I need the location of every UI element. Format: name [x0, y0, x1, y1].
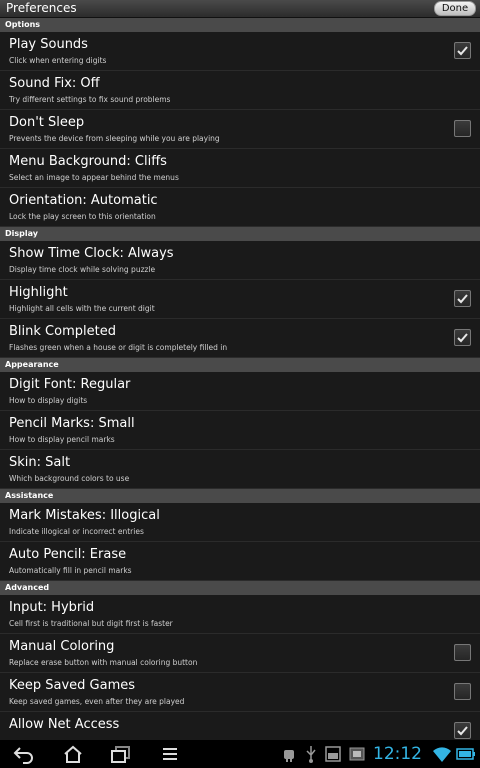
pref-title: Play Sounds [9, 37, 88, 52]
pref-item-orientation[interactable]: Orientation: Automatic Lock the play scre… [0, 188, 480, 227]
pref-summary: How to display pencil marks [9, 435, 115, 444]
pref-title: Highlight [9, 285, 68, 300]
battery-icon [456, 748, 475, 760]
pref-title: Orientation: Automatic [9, 193, 158, 208]
title-bar: Preferences Done [0, 0, 480, 18]
checkbox[interactable] [454, 42, 471, 59]
pref-title: Blink Completed [9, 324, 116, 339]
pref-summary: Click when entering digits [9, 56, 107, 65]
checkmark-icon [457, 333, 468, 343]
section-header-advanced: Advanced [0, 581, 480, 595]
pref-item-highlight[interactable]: Highlight Highlight all cells with the cu… [0, 280, 480, 319]
android-debug-icon [284, 750, 294, 762]
pref-summary: Replace erase button with manual colorin… [9, 658, 198, 667]
pref-title: Pencil Marks: Small [9, 416, 135, 431]
sd-card-icon [325, 746, 341, 762]
pref-item-pencil-marks[interactable]: Pencil Marks: Small How to display pencil… [0, 411, 480, 450]
back-icon[interactable] [12, 744, 36, 764]
pref-title: Sound Fix: Off [9, 76, 100, 91]
checkmark-icon [457, 726, 468, 736]
checkbox[interactable] [454, 683, 471, 700]
pref-item-blink-completed[interactable]: Blink Completed Flashes green when a hous… [0, 319, 480, 358]
pref-summary: Automatically fill in pencil marks [9, 566, 132, 575]
pref-item-allow-net-access[interactable]: Allow Net Access [0, 712, 480, 740]
section-header-display: Display [0, 227, 480, 241]
page-title: Preferences [6, 1, 77, 15]
pref-title: Input: Hybrid [9, 600, 95, 615]
recent-apps-icon[interactable] [109, 744, 133, 764]
section-header-options: Options [0, 18, 480, 32]
pref-summary: Indicate illogical or incorrect entries [9, 527, 144, 536]
checkmark-icon [457, 46, 468, 56]
pref-summary: Cell first is traditional but digit firs… [9, 619, 173, 628]
pref-item-don-t-sleep[interactable]: Don't Sleep Prevents the device from slee… [0, 110, 480, 149]
pref-summary: Which background colors to use [9, 474, 130, 483]
pref-title: Show Time Clock: Always [9, 246, 174, 261]
system-navigation-bar: 12:12 [0, 740, 480, 768]
pref-title: Auto Pencil: Erase [9, 547, 127, 562]
pref-summary: Try different settings to fix sound prob… [9, 95, 171, 104]
pref-summary: Flashes green when a house or digit is c… [9, 343, 228, 352]
checkbox[interactable] [454, 644, 471, 661]
pref-item-menu-background[interactable]: Menu Background: Cliffs Select an image t… [0, 149, 480, 188]
preferences-list[interactable]: Options Play Sounds Click when entering di… [0, 18, 480, 740]
pref-item-input[interactable]: Input: Hybrid Cell first is traditional b… [0, 595, 480, 634]
section-header-assistance: Assistance [0, 489, 480, 503]
pref-title: Skin: Salt [9, 455, 71, 470]
pref-title: Digit Font: Regular [9, 377, 131, 392]
pref-title: Mark Mistakes: Illogical [9, 508, 160, 523]
pref-item-keep-saved-games[interactable]: Keep Saved Games Keep saved games, even a… [0, 673, 480, 712]
pref-title: Keep Saved Games [9, 678, 136, 693]
pref-summary: Display time clock while solving puzzle [9, 265, 156, 274]
pref-item-mark-mistakes[interactable]: Mark Mistakes: Illogical Indicate illogic… [0, 503, 480, 542]
pref-summary: Lock the play screen to this orientation [9, 212, 156, 221]
pref-title: Manual Coloring [9, 639, 115, 654]
pref-item-auto-pencil[interactable]: Auto Pencil: Erase Automatically fill in … [0, 542, 480, 581]
pref-summary: Keep saved games, even after they are pl… [9, 697, 185, 706]
pref-title: Allow Net Access [9, 717, 120, 732]
pref-title: Menu Background: Cliffs [9, 154, 167, 169]
screenshot-icon [349, 747, 365, 761]
wifi-icon [433, 747, 451, 762]
checkbox[interactable] [454, 120, 471, 137]
status-clock: 12:12 [373, 744, 422, 764]
pref-item-digit-font[interactable]: Digit Font: Regular How to display digits [0, 372, 480, 411]
pref-item-show-time-clock[interactable]: Show Time Clock: Always Display time cloc… [0, 241, 480, 280]
pref-summary: How to display digits [9, 396, 88, 405]
pref-item-sound-fix[interactable]: Sound Fix: Off Try different settings to … [0, 71, 480, 110]
pref-summary: Highlight all cells with the current dig… [9, 304, 155, 313]
usb-icon [306, 746, 316, 763]
pref-item-skin[interactable]: Skin: Salt Which background colors to use [0, 450, 480, 489]
checkbox[interactable] [454, 290, 471, 307]
done-button[interactable]: Done [434, 1, 476, 16]
section-header-appearance: Appearance [0, 358, 480, 372]
home-icon[interactable] [61, 744, 85, 764]
checkbox[interactable] [454, 329, 471, 346]
pref-summary: Select an image to appear behind the men… [9, 173, 179, 182]
pref-title: Don't Sleep [9, 115, 85, 130]
pref-item-manual-coloring[interactable]: Manual Coloring Replace erase button with… [0, 634, 480, 673]
menu-icon[interactable] [158, 744, 182, 764]
pref-item-play-sounds[interactable]: Play Sounds Click when entering digits [0, 32, 480, 71]
pref-summary: Prevents the device from sleeping while … [9, 134, 220, 143]
checkmark-icon [457, 294, 468, 304]
checkbox[interactable] [454, 722, 471, 739]
